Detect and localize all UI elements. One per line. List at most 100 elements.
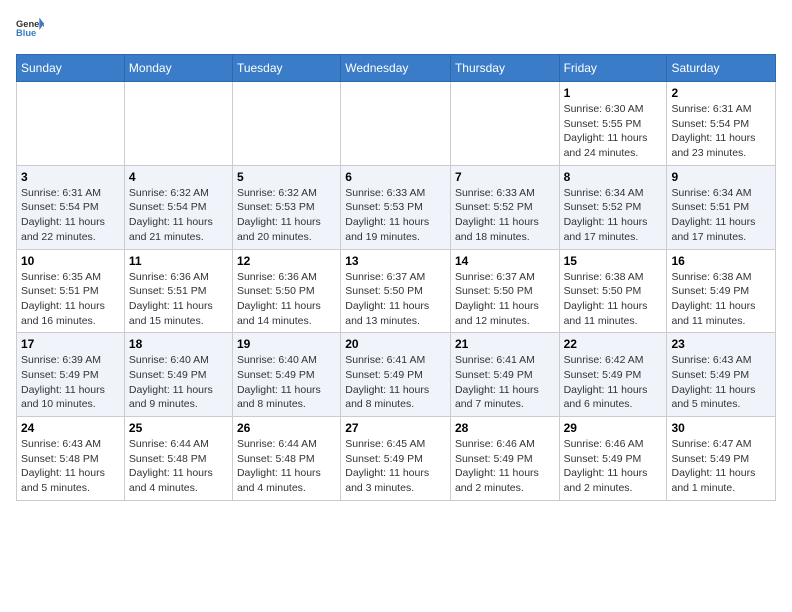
day-number: 18 xyxy=(129,337,228,351)
calendar-table: SundayMondayTuesdayWednesdayThursdayFrid… xyxy=(16,54,776,501)
calendar-cell: 14Sunrise: 6:37 AM Sunset: 5:50 PM Dayli… xyxy=(450,249,559,333)
day-info: Sunrise: 6:42 AM Sunset: 5:49 PM Dayligh… xyxy=(564,353,663,412)
day-number: 10 xyxy=(21,254,120,268)
calendar-cell: 25 Sunrise: 6:44 AM Sunset: 5:48 PM Dayli… xyxy=(124,417,232,501)
day-number: 17 xyxy=(21,337,120,351)
calendar-cell: 11 Sunrise: 6:36 AM Sunset: 5:51 PM Dayli… xyxy=(124,249,232,333)
day-number: 1 xyxy=(564,86,663,100)
calendar-cell: 3 Sunrise: 6:31 AM Sunset: 5:54 PM Daylig… xyxy=(17,165,125,249)
day-number: 3 xyxy=(21,170,120,184)
calendar-cell: 6Sunrise: 6:33 AM Sunset: 5:53 PM Daylig… xyxy=(341,165,451,249)
day-info: Sunrise: 6:46 AM Sunset: 5:49 PM Dayligh… xyxy=(455,437,555,496)
calendar-week-1: 1 Sunrise: 6:30 AM Sunset: 5:55 PM Daylig… xyxy=(17,82,776,166)
weekday-header-saturday: Saturday xyxy=(667,55,776,82)
calendar-cell: 5Sunrise: 6:32 AM Sunset: 5:53 PM Daylig… xyxy=(232,165,340,249)
calendar-cell: 18Sunrise: 6:40 AM Sunset: 5:49 PM Dayli… xyxy=(124,333,232,417)
day-number: 20 xyxy=(345,337,446,351)
calendar-cell: 29 Sunrise: 6:46 AM Sunset: 5:49 PM Dayli… xyxy=(559,417,667,501)
day-info: Sunrise: 6:33 AM Sunset: 5:52 PM Dayligh… xyxy=(455,186,555,245)
calendar-cell: 1 Sunrise: 6:30 AM Sunset: 5:55 PM Daylig… xyxy=(559,82,667,166)
calendar-cell: 28 Sunrise: 6:46 AM Sunset: 5:49 PM Dayli… xyxy=(450,417,559,501)
calendar-cell xyxy=(17,82,125,166)
day-info: Sunrise: 6:41 AM Sunset: 5:49 PM Dayligh… xyxy=(345,353,446,412)
day-info: Sunrise: 6:32 AM Sunset: 5:53 PM Dayligh… xyxy=(237,186,336,245)
calendar-cell: 20 Sunrise: 6:41 AM Sunset: 5:49 PM Dayli… xyxy=(341,333,451,417)
day-number: 6 xyxy=(345,170,446,184)
day-info: Sunrise: 6:38 AM Sunset: 5:50 PM Dayligh… xyxy=(564,270,663,329)
day-number: 13 xyxy=(345,254,446,268)
calendar-cell: 2Sunrise: 6:31 AM Sunset: 5:54 PM Daylig… xyxy=(667,82,776,166)
day-info: Sunrise: 6:43 AM Sunset: 5:49 PM Dayligh… xyxy=(671,353,771,412)
weekday-header-wednesday: Wednesday xyxy=(341,55,451,82)
day-number: 8 xyxy=(564,170,663,184)
weekday-header-monday: Monday xyxy=(124,55,232,82)
calendar-cell: 30Sunrise: 6:47 AM Sunset: 5:49 PM Dayli… xyxy=(667,417,776,501)
calendar-week-5: 24Sunrise: 6:43 AM Sunset: 5:48 PM Dayli… xyxy=(17,417,776,501)
calendar-cell: 21Sunrise: 6:41 AM Sunset: 5:49 PM Dayli… xyxy=(450,333,559,417)
calendar-cell: 15 Sunrise: 6:38 AM Sunset: 5:50 PM Dayli… xyxy=(559,249,667,333)
day-info: Sunrise: 6:45 AM Sunset: 5:49 PM Dayligh… xyxy=(345,437,446,496)
day-number: 23 xyxy=(671,337,771,351)
calendar-cell xyxy=(232,82,340,166)
day-number: 21 xyxy=(455,337,555,351)
day-info: Sunrise: 6:44 AM Sunset: 5:48 PM Dayligh… xyxy=(237,437,336,496)
generalblue-logo-icon: General Blue xyxy=(16,16,44,44)
day-number: 11 xyxy=(129,254,228,268)
day-number: 14 xyxy=(455,254,555,268)
day-info: Sunrise: 6:38 AM Sunset: 5:49 PM Dayligh… xyxy=(671,270,771,329)
weekday-header-sunday: Sunday xyxy=(17,55,125,82)
page-header: General Blue xyxy=(16,16,776,44)
day-number: 27 xyxy=(345,421,446,435)
day-number: 29 xyxy=(564,421,663,435)
calendar-cell xyxy=(341,82,451,166)
calendar-cell: 26 Sunrise: 6:44 AM Sunset: 5:48 PM Dayli… xyxy=(232,417,340,501)
day-info: Sunrise: 6:31 AM Sunset: 5:54 PM Dayligh… xyxy=(21,186,120,245)
calendar-week-2: 3 Sunrise: 6:31 AM Sunset: 5:54 PM Daylig… xyxy=(17,165,776,249)
day-number: 12 xyxy=(237,254,336,268)
day-number: 19 xyxy=(237,337,336,351)
day-info: Sunrise: 6:39 AM Sunset: 5:49 PM Dayligh… xyxy=(21,353,120,412)
day-info: Sunrise: 6:36 AM Sunset: 5:51 PM Dayligh… xyxy=(129,270,228,329)
day-number: 4 xyxy=(129,170,228,184)
calendar-cell: 9 Sunrise: 6:34 AM Sunset: 5:51 PM Daylig… xyxy=(667,165,776,249)
calendar-cell: 13 Sunrise: 6:37 AM Sunset: 5:50 PM Dayli… xyxy=(341,249,451,333)
day-number: 9 xyxy=(671,170,771,184)
day-info: Sunrise: 6:47 AM Sunset: 5:49 PM Dayligh… xyxy=(671,437,771,496)
calendar-cell: 7Sunrise: 6:33 AM Sunset: 5:52 PM Daylig… xyxy=(450,165,559,249)
calendar-cell: 10 Sunrise: 6:35 AM Sunset: 5:51 PM Dayli… xyxy=(17,249,125,333)
day-number: 28 xyxy=(455,421,555,435)
weekday-header-tuesday: Tuesday xyxy=(232,55,340,82)
day-info: Sunrise: 6:30 AM Sunset: 5:55 PM Dayligh… xyxy=(564,102,663,161)
calendar-cell: 23 Sunrise: 6:43 AM Sunset: 5:49 PM Dayli… xyxy=(667,333,776,417)
calendar-cell: 24Sunrise: 6:43 AM Sunset: 5:48 PM Dayli… xyxy=(17,417,125,501)
day-number: 22 xyxy=(564,337,663,351)
day-info: Sunrise: 6:36 AM Sunset: 5:50 PM Dayligh… xyxy=(237,270,336,329)
logo: General Blue xyxy=(16,16,44,44)
day-info: Sunrise: 6:34 AM Sunset: 5:52 PM Dayligh… xyxy=(564,186,663,245)
day-info: Sunrise: 6:37 AM Sunset: 5:50 PM Dayligh… xyxy=(345,270,446,329)
day-info: Sunrise: 6:35 AM Sunset: 5:51 PM Dayligh… xyxy=(21,270,120,329)
calendar-cell: 19Sunrise: 6:40 AM Sunset: 5:49 PM Dayli… xyxy=(232,333,340,417)
day-info: Sunrise: 6:32 AM Sunset: 5:54 PM Dayligh… xyxy=(129,186,228,245)
calendar-cell: 12 Sunrise: 6:36 AM Sunset: 5:50 PM Dayli… xyxy=(232,249,340,333)
calendar-cell: 16 Sunrise: 6:38 AM Sunset: 5:49 PM Dayli… xyxy=(667,249,776,333)
day-info: Sunrise: 6:43 AM Sunset: 5:48 PM Dayligh… xyxy=(21,437,120,496)
day-info: Sunrise: 6:44 AM Sunset: 5:48 PM Dayligh… xyxy=(129,437,228,496)
weekday-header-row: SundayMondayTuesdayWednesdayThursdayFrid… xyxy=(17,55,776,82)
day-number: 15 xyxy=(564,254,663,268)
svg-text:Blue: Blue xyxy=(16,28,36,38)
weekday-header-thursday: Thursday xyxy=(450,55,559,82)
calendar-week-4: 17 Sunrise: 6:39 AM Sunset: 5:49 PM Dayli… xyxy=(17,333,776,417)
calendar-week-3: 10 Sunrise: 6:35 AM Sunset: 5:51 PM Dayli… xyxy=(17,249,776,333)
day-number: 25 xyxy=(129,421,228,435)
day-number: 16 xyxy=(671,254,771,268)
day-info: Sunrise: 6:34 AM Sunset: 5:51 PM Dayligh… xyxy=(671,186,771,245)
day-info: Sunrise: 6:31 AM Sunset: 5:54 PM Dayligh… xyxy=(671,102,771,161)
day-number: 26 xyxy=(237,421,336,435)
day-info: Sunrise: 6:46 AM Sunset: 5:49 PM Dayligh… xyxy=(564,437,663,496)
calendar-cell: 27 Sunrise: 6:45 AM Sunset: 5:49 PM Dayli… xyxy=(341,417,451,501)
calendar-cell xyxy=(450,82,559,166)
calendar-cell: 8 Sunrise: 6:34 AM Sunset: 5:52 PM Daylig… xyxy=(559,165,667,249)
weekday-header-friday: Friday xyxy=(559,55,667,82)
calendar-cell xyxy=(124,82,232,166)
